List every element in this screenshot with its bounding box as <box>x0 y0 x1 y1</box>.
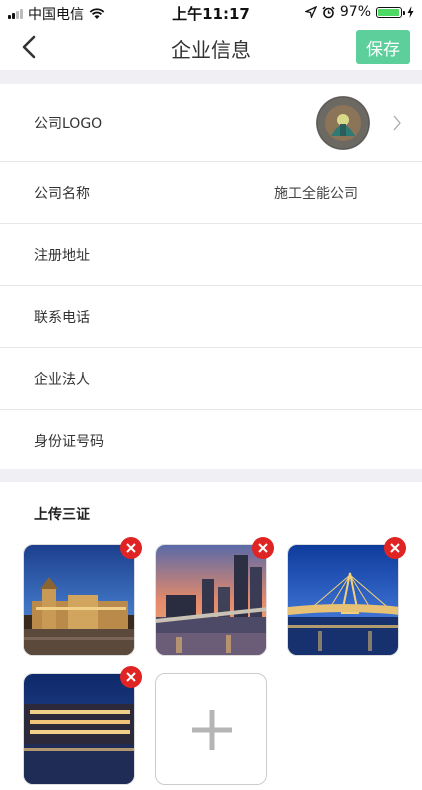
id-number-label: 身份证号码 <box>34 433 104 450</box>
remove-icon[interactable] <box>384 537 406 559</box>
company-name-value: 施工全能公司 <box>274 185 358 202</box>
company-name-row[interactable]: 公司名称 施工全能公司 <box>0 162 422 224</box>
photo-thumbnail[interactable] <box>23 537 142 656</box>
photo-waterfront-night <box>23 673 135 785</box>
battery-percent: 97% <box>339 4 371 20</box>
photo-city-skyline <box>155 544 267 656</box>
phone-label: 联系电话 <box>34 309 90 326</box>
photo-thumbnail[interactable] <box>287 537 406 656</box>
remove-icon[interactable] <box>120 537 142 559</box>
status-bar: 中国电信 上午11:17 97% <box>0 0 422 24</box>
phone-row[interactable]: 联系电话 <box>0 286 422 348</box>
address-label: 注册地址 <box>34 247 90 264</box>
location-icon <box>304 6 317 18</box>
photo-palace-dusk <box>23 544 135 656</box>
nav-bar: 企业信息 保存 <box>0 24 422 70</box>
id-number-row[interactable]: 身份证号码 <box>0 410 422 472</box>
add-photo-button[interactable] <box>155 673 267 785</box>
legal-person-label: 企业法人 <box>34 371 90 388</box>
address-row[interactable]: 注册地址 <box>0 224 422 286</box>
battery-icon <box>376 6 405 18</box>
company-info-list: 公司LOGO 公司名称 施工全能公司 注册地址 联系电话 企业法人 身份证号码 <box>0 84 422 472</box>
remove-icon[interactable] <box>120 666 142 688</box>
photo-thumbnail[interactable] <box>23 666 142 785</box>
charging-icon <box>407 6 414 18</box>
section-divider <box>0 70 422 84</box>
photo-thumbnail[interactable] <box>155 537 274 656</box>
logo-image <box>316 96 370 150</box>
remove-icon[interactable] <box>252 537 274 559</box>
company-logo-label: 公司LOGO <box>34 115 103 132</box>
photo-bridge-night <box>287 544 399 656</box>
battery-fill <box>378 8 400 16</box>
company-logo-avatar[interactable] <box>316 96 370 150</box>
plus-icon <box>192 710 232 750</box>
company-name-label: 公司名称 <box>34 185 90 202</box>
section-divider <box>0 469 422 482</box>
save-button[interactable]: 保存 <box>356 30 410 64</box>
status-right: 97% <box>304 4 414 20</box>
company-logo-row[interactable]: 公司LOGO <box>0 84 422 162</box>
alarm-icon <box>322 5 335 18</box>
chevron-right-icon <box>393 115 401 130</box>
upload-title: 上传三证 <box>34 507 90 523</box>
legal-person-row[interactable]: 企业法人 <box>0 348 422 410</box>
